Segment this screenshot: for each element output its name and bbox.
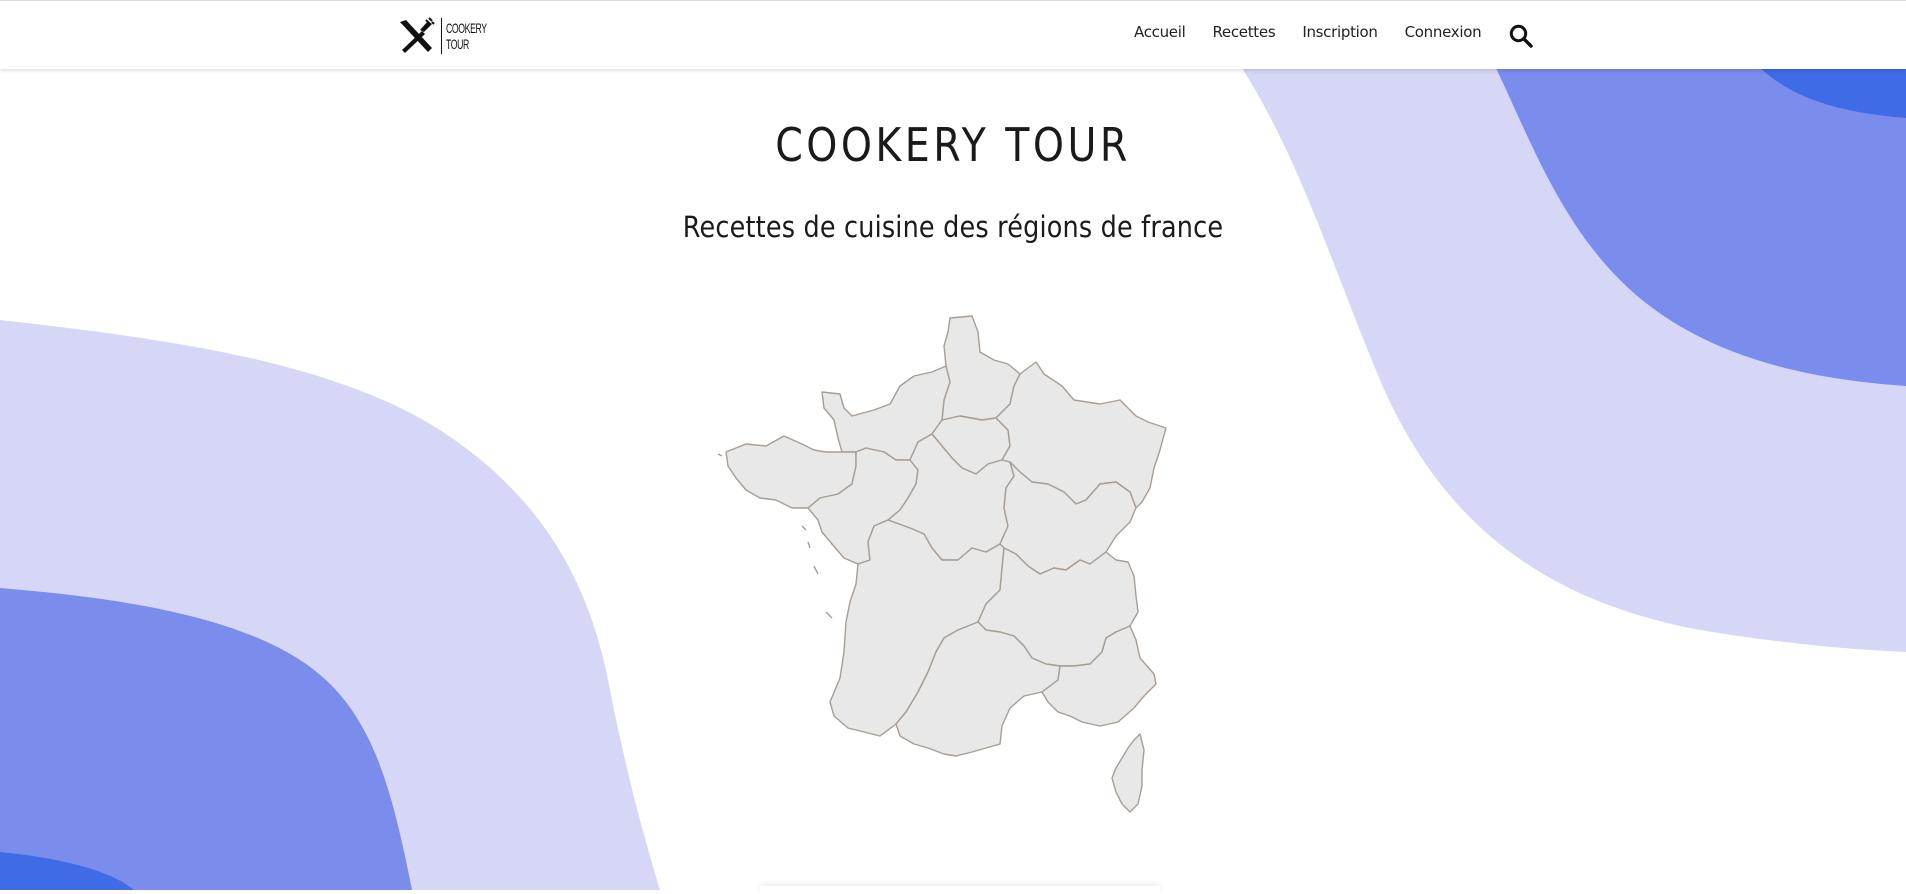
nav-link-inscription[interactable]: Inscription	[1302, 23, 1378, 41]
top-navbar: COOKERY TOUR Accueil Recettes Inscriptio…	[0, 0, 1906, 69]
main-nav: Accueil Recettes Inscription Connexion	[1134, 23, 1508, 41]
france-regions-map	[717, 315, 1167, 813]
site-logo[interactable]: COOKERY TOUR	[396, 15, 512, 57]
region-corse[interactable]	[1111, 733, 1145, 813]
logo-wordmark: COOKERY TOUR	[446, 20, 487, 52]
nav-link-accueil[interactable]: Accueil	[1134, 23, 1186, 41]
search-icon	[1509, 24, 1533, 48]
logo-line-2: TOUR	[446, 36, 469, 52]
content-card-edge	[760, 886, 1160, 894]
page-subtitle: Recettes de cuisine des régions de franc…	[682, 210, 1224, 244]
page-title: COOKERY TOUR	[775, 118, 1131, 172]
logo-line-1: COOKERY	[446, 20, 487, 36]
search-button[interactable]	[1508, 23, 1534, 49]
nav-link-recettes[interactable]: Recettes	[1212, 23, 1275, 41]
nav-link-connexion[interactable]: Connexion	[1405, 23, 1482, 41]
region-hauts-de-france[interactable]	[941, 315, 1021, 421]
utensils-crossed-icon	[400, 17, 435, 53]
logo-divider	[441, 18, 442, 54]
